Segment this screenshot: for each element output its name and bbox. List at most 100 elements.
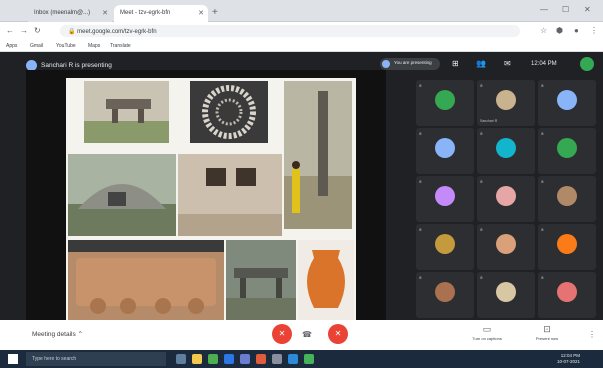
presenter-avatar — [26, 59, 37, 71]
forward-icon[interactable]: → — [20, 26, 28, 35]
chrome-icon[interactable] — [208, 354, 218, 364]
participant-tile[interactable]: ⦻ — [477, 224, 535, 270]
hangup-button[interactable]: ☎ — [302, 330, 312, 339]
mail-icon[interactable] — [272, 354, 282, 364]
windows-start-icon[interactable] — [8, 354, 18, 364]
participant-tile[interactable]: ⦻ — [477, 176, 535, 222]
participant-tile[interactable]: ⦻ — [416, 272, 474, 318]
mic-off-icon: ✕ — [278, 329, 286, 338]
star-icon[interactable]: ☆ — [540, 26, 547, 35]
shared-slide — [66, 78, 356, 323]
participant-avatar — [496, 138, 516, 158]
close-tab-icon[interactable]: ✕ — [102, 9, 108, 17]
participant-tile[interactable]: ⦻ — [416, 128, 474, 174]
file-explorer-icon[interactable] — [192, 354, 202, 364]
urn-photo — [298, 240, 354, 320]
mic-muted-icon: ⦻ — [541, 131, 544, 136]
system-tray-clock[interactable]: 12:04 PM 10-07-2021 — [540, 353, 580, 365]
mic-muted-icon: ⦻ — [480, 275, 483, 280]
participant-tile[interactable]: ⦻ — [538, 80, 596, 126]
bookmark-youtube[interactable]: YouTube — [56, 43, 76, 49]
mic-muted-icon: ⦻ — [419, 227, 422, 232]
participant-avatar — [557, 90, 577, 110]
excel-icon[interactable] — [304, 354, 314, 364]
profile-icon[interactable]: ● — [574, 26, 579, 35]
edge-icon[interactable] — [224, 354, 234, 364]
meeting-details-label: Meeting details — [32, 331, 76, 338]
bookmark-translate[interactable]: Translate — [110, 43, 131, 49]
reload-icon[interactable]: ↻ — [34, 26, 41, 35]
search-placeholder: Type here to search — [32, 356, 77, 362]
new-tab-button[interactable]: + — [212, 7, 218, 18]
meeting-details-button[interactable]: Meeting details ⌃ — [32, 330, 83, 338]
close-tab-icon[interactable]: ✕ — [198, 9, 204, 17]
menu-icon[interactable]: ⋮ — [590, 26, 598, 35]
chat-icon[interactable]: ✉ — [504, 59, 511, 68]
word-icon[interactable] — [288, 354, 298, 364]
captions-button[interactable]: ▭ Turn on captions — [462, 324, 512, 341]
participant-name: Sanchari R — [480, 119, 498, 123]
meet-bottom-bar: Meeting details ⌃ ✕ ☎ ✕ ▭ Turn on captio… — [0, 320, 603, 350]
minimize-icon[interactable]: — — [540, 5, 548, 14]
url-text: meet.google.com/tzv-egrk-bfn — [77, 29, 157, 35]
participant-avatar — [435, 138, 455, 158]
url-field[interactable]: 🔒 meet.google.com/tzv-egrk-bfn — [60, 25, 520, 37]
presenting-text: Sanchari R is presenting — [41, 61, 112, 69]
lock-icon: 🔒 — [68, 29, 76, 35]
maximize-icon[interactable]: ☐ — [562, 5, 569, 14]
captions-icon: ▭ — [482, 324, 492, 334]
mic-muted-icon: ⦻ — [541, 275, 544, 280]
bookmark-maps[interactable]: Maps — [88, 43, 100, 49]
mic-muted-icon: ⦻ — [541, 179, 544, 184]
meeting-clock: 12:04 PM — [531, 61, 557, 67]
cave-photo — [68, 154, 176, 236]
taskbar-search-box[interactable]: Type here to search — [26, 352, 166, 366]
bookmark-apps[interactable]: Apps — [6, 43, 17, 49]
tab-inbox[interactable]: Inbox (meenalm@...) ✕ — [28, 5, 112, 22]
participant-tile[interactable]: ⦻ — [538, 272, 596, 318]
address-bar-row: ← → ↻ 🔒 meet.google.com/tzv-egrk-bfn ☆ ⬢… — [0, 22, 603, 40]
participant-tile[interactable]: ⦻ — [416, 224, 474, 270]
participant-tile[interactable]: ⦻ — [416, 176, 474, 222]
mic-muted-icon: ⦻ — [541, 83, 544, 88]
participant-tile[interactable]: ⦻ — [477, 128, 535, 174]
presenting-chip[interactable]: You are presenting — [380, 58, 440, 70]
layout-icon[interactable]: ⊞ — [452, 59, 459, 68]
people-icon[interactable]: 👥 — [476, 59, 486, 68]
mic-muted-icon: ⦻ — [480, 227, 483, 232]
participant-tile[interactable]: ⦻ — [538, 128, 596, 174]
mic-muted-icon: ⦻ — [541, 227, 544, 232]
participant-avatar — [435, 186, 455, 206]
camera-toggle-button[interactable]: ✕ — [328, 324, 348, 344]
participant-tile[interactable]: ⦻ — [538, 176, 596, 222]
task-view-icon[interactable] — [176, 354, 186, 364]
windows-taskbar: Type here to search 12:04 PM 10-07-2021 — [0, 350, 603, 368]
mic-muted-icon: ⦻ — [480, 179, 483, 184]
chamber-photo — [178, 154, 282, 236]
extensions-icon[interactable]: ⬢ — [556, 26, 563, 35]
participant-tile[interactable]: ⦻ — [538, 224, 596, 270]
present-now-button[interactable]: ⊡ Present now — [522, 324, 572, 341]
meet-main: Sanchari R is presenting You are present… — [0, 52, 603, 323]
mic-muted-icon: ⦻ — [419, 83, 422, 88]
participant-tile[interactable]: ⦻ — [477, 272, 535, 318]
tab-meet[interactable]: Meet - tzv-egrk-bfn ✕ — [114, 5, 208, 22]
bookmark-gmail[interactable]: Gmail — [30, 43, 43, 49]
participant-avatar — [435, 282, 455, 302]
store-icon[interactable] — [240, 354, 250, 364]
mic-toggle-button[interactable]: ✕ — [272, 324, 292, 344]
menhir-photo — [284, 81, 352, 229]
captions-label: Turn on captions — [472, 336, 502, 341]
participant-avatar — [557, 138, 577, 158]
more-options-icon[interactable]: ⋮ — [588, 330, 596, 339]
close-window-icon[interactable]: ✕ — [584, 5, 591, 14]
mic-muted-icon: ⦻ — [419, 275, 422, 280]
back-icon[interactable]: ← — [6, 26, 14, 35]
participant-avatar — [557, 234, 577, 254]
phone-icon: ☎ — [302, 330, 312, 339]
presentation-stage[interactable] — [26, 70, 386, 323]
participant-tile[interactable]: ⦻ — [416, 80, 474, 126]
participant-tile[interactable]: ⦻ Sanchari R — [477, 80, 535, 126]
office-icon[interactable] — [256, 354, 266, 364]
account-avatar[interactable] — [580, 57, 594, 71]
